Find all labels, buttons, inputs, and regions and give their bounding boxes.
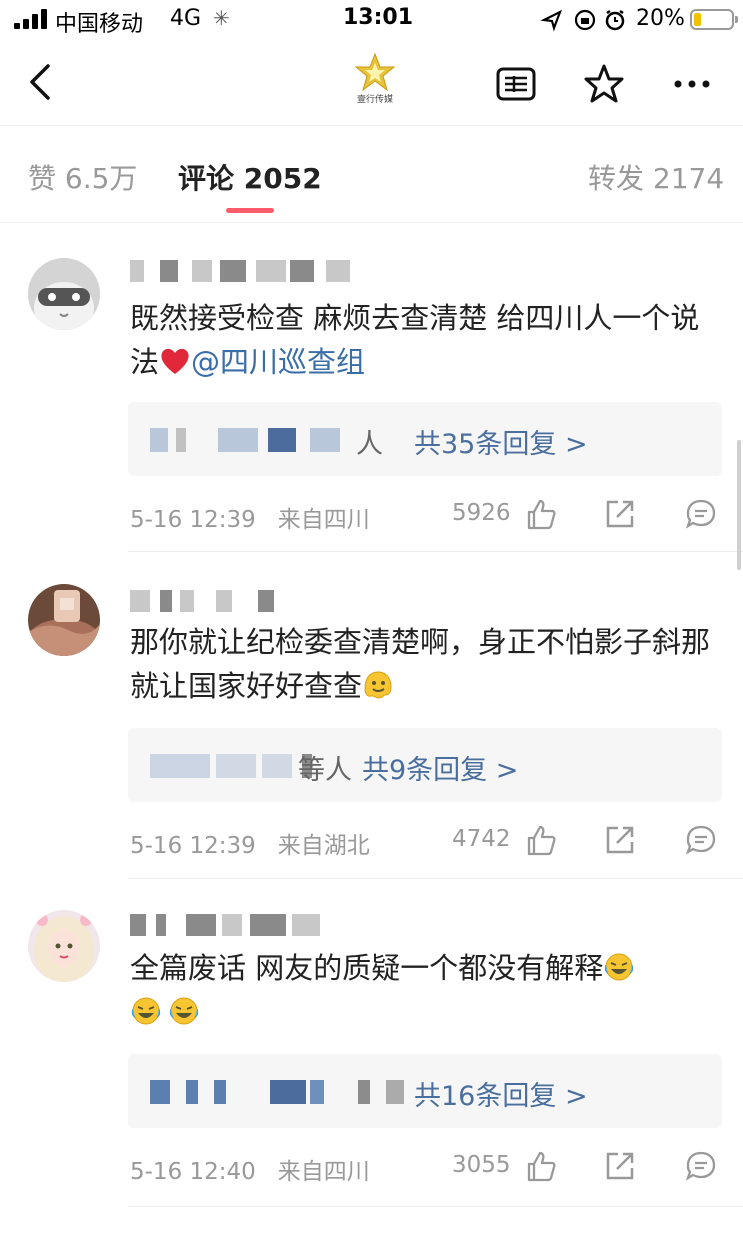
laughing-crying-emoji-icon — [605, 953, 634, 981]
reply-count-link[interactable]: 共9条回复 > — [362, 748, 518, 787]
like-count: 3055 — [452, 1152, 511, 1178]
battery-percent: 20% — [636, 6, 685, 31]
reply-suffix: 人 — [356, 429, 383, 460]
melting-face-emoji-icon — [364, 671, 392, 699]
share-icon[interactable] — [603, 1149, 637, 1183]
avatar[interactable] — [28, 584, 100, 656]
like-count: 4742 — [452, 826, 511, 852]
comment-text: 那你就让纪检委查清楚啊，身正不怕影子斜那就让国家好好查查 — [130, 625, 711, 703]
laughing-crying-emoji-icon — [131, 997, 161, 1025]
article-icon[interactable] — [494, 62, 538, 106]
reply-suffix: 等人 — [298, 755, 352, 786]
more-icon[interactable] — [670, 62, 714, 106]
carrier-label: 中国移动 — [55, 12, 144, 37]
avatar[interactable] — [28, 258, 100, 330]
status-icons — [540, 9, 625, 32]
mention-link[interactable]: @四川巡查组 — [191, 345, 365, 379]
comment-item: 全篇废话 网友的质疑一个都没有解释 共16条回复 > 5-16 12:40 来自四… — [0, 880, 743, 1210]
username-blurred[interactable] — [130, 590, 280, 612]
reply-icon[interactable] — [684, 823, 718, 857]
star-logo-icon — [354, 52, 396, 92]
tab-likes[interactable]: 赞 6.5万 — [28, 157, 137, 197]
share-icon[interactable] — [603, 497, 637, 531]
reply-user-blurred — [150, 754, 312, 778]
comment-meta: 5-16 12:39 来自湖北 — [130, 826, 370, 860]
signal-icon — [14, 9, 48, 29]
comment-text: 既然接受检查 麻烦去查清楚 给四川人一个说法 @四川巡查组 — [130, 301, 700, 379]
username-blurred[interactable] — [130, 260, 360, 282]
laughing-crying-emoji-icon — [169, 997, 199, 1025]
reply-icon[interactable] — [684, 497, 718, 531]
reply-preview[interactable]: 共16条回复 > — [128, 1054, 722, 1128]
divider — [128, 1206, 743, 1207]
comment-item: 既然接受检查 麻烦去查清楚 给四川人一个说法 @四川巡查组 人 共35条回复 > … — [0, 224, 743, 554]
avatar[interactable] — [28, 910, 100, 982]
tab-comments[interactable]: 评论 2052 — [178, 157, 322, 197]
comment-date: 5-16 12:39 — [130, 833, 256, 859]
comment-location: 来自湖北 — [277, 833, 370, 859]
reply-preview[interactable]: 人 共35条回复 > — [128, 402, 722, 476]
like-icon[interactable] — [524, 497, 558, 531]
alarm-icon — [605, 9, 625, 31]
tab-indicator — [226, 208, 274, 213]
reply-count-link[interactable]: 共16条回复 > — [414, 1074, 588, 1113]
reply-icon[interactable] — [684, 1149, 718, 1183]
clock: 13:01 — [343, 5, 414, 30]
rotation-lock-icon — [574, 9, 596, 31]
star-icon[interactable] — [582, 62, 626, 106]
comment-date: 5-16 12:40 — [130, 1159, 256, 1185]
brand-logo: 壹行传媒 — [346, 52, 404, 108]
loading-icon: ✳ — [213, 6, 230, 30]
scrollbar[interactable] — [737, 440, 741, 570]
comment-meta: 5-16 12:40 来自四川 — [130, 1152, 370, 1186]
reply-user-blurred — [150, 1080, 410, 1104]
tab-bar: 赞 6.5万 评论 2052 转发 2174 — [0, 127, 743, 223]
heart-emoji-icon — [161, 348, 189, 374]
like-icon[interactable] — [524, 823, 558, 857]
nav-bar: 壹行传媒 — [0, 40, 743, 126]
comment-meta: 5-16 12:39 来自四川 — [130, 500, 370, 534]
network-type: 4G — [170, 6, 202, 31]
comment-location: 来自四川 — [277, 507, 370, 533]
share-icon[interactable] — [603, 823, 637, 857]
username-blurred[interactable] — [130, 914, 320, 936]
like-count: 5926 — [452, 500, 511, 526]
tab-reposts[interactable]: 转发 2174 — [588, 157, 724, 197]
comment-date: 5-16 12:39 — [130, 507, 256, 533]
back-icon[interactable] — [24, 62, 60, 102]
battery-icon — [690, 9, 738, 30]
logo-text: 壹行传媒 — [356, 95, 393, 105]
divider — [128, 878, 743, 879]
like-icon[interactable] — [524, 1149, 558, 1183]
comment-location: 来自四川 — [277, 1159, 370, 1185]
reply-preview[interactable]: 等人 共9条回复 > — [128, 728, 722, 802]
comment-text: 全篇废话 网友的质疑一个都没有解释 — [130, 946, 720, 1034]
status-bar: 中国移动 4G ✳ 13:01 20% — [0, 0, 743, 40]
reply-count-link[interactable]: 共35条回复 > — [414, 422, 588, 461]
comment-item: 那你就让纪检委查清楚啊，身正不怕影子斜那就让国家好好查查 等人 共9条回复 > … — [0, 554, 743, 880]
divider — [128, 551, 743, 552]
reply-user-blurred — [150, 428, 350, 452]
